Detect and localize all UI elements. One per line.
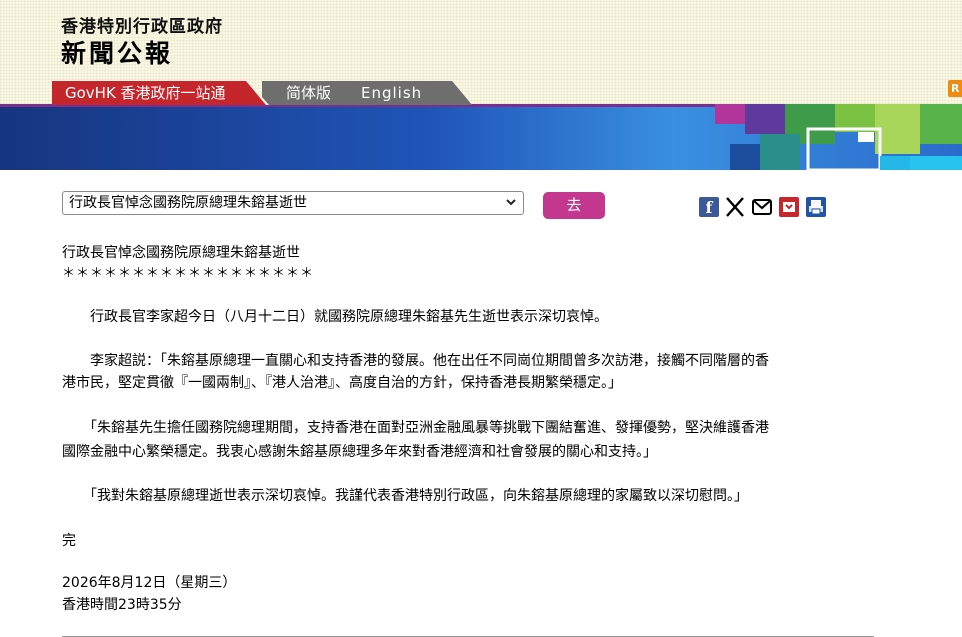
page-title[interactable]: 新聞公報	[61, 34, 173, 70]
release-date: 2026年8月12日（星期三）	[62, 575, 237, 591]
article-end-mark: 完	[62, 533, 76, 549]
print-icon[interactable]	[806, 197, 826, 217]
go-button[interactable]: 去	[543, 192, 605, 219]
paragraph-3-line-2: 國際金融中心繁榮穩定。我衷心感謝朱鎔基原總理多年來對香港經濟和社會發展的關心和支…	[62, 444, 657, 460]
paragraph-2-line-1: 李家超説：「朱鎔基原總理一直關心和支持香港的發展。他在出任不同崗位期間曾多次訪港…	[62, 353, 769, 369]
tab-govhk[interactable]: GovHK 香港政府一站通	[52, 81, 266, 105]
paragraph-1: 行政長官李家超今日（八月十二日）就國務院原總理朱鎔基先生逝世表示深切哀悼。	[62, 309, 608, 325]
facebook-icon[interactable]: f	[699, 197, 719, 217]
article-select-value: 行政長官悼念國務院原總理朱鎔基逝世	[69, 195, 307, 211]
paragraph-3-line-1: 「朱鎔基先生擔任國務院總理期間，支持香港在面對亞洲金融風暴等挑戰下團結奮進、發揮…	[62, 420, 769, 436]
chevron-down-icon	[505, 192, 517, 221]
x-icon[interactable]	[725, 197, 745, 217]
email-icon[interactable]	[752, 197, 772, 217]
article-title: 行政長官悼念國務院原總理朱鎔基逝世	[62, 245, 300, 261]
title-separator: ＊＊＊＊＊＊＊＊＊＊＊＊＊＊＊＊＊＊	[62, 266, 315, 281]
article-select[interactable]: 行政長官悼念國務院原總理朱鎔基逝世	[62, 191, 524, 215]
release-time: 香港時間23時35分	[62, 597, 182, 613]
paragraph-2-line-2: 港市民，堅定貫徹『一國兩制』、『港人治港』、高度自治的方針，保持香港長期繁榮穩定…	[62, 375, 622, 391]
tab-english[interactable]: English	[350, 81, 472, 105]
header-banner	[0, 104, 962, 170]
rss-icon[interactable]: R	[948, 80, 962, 97]
paragraph-4: 「我對朱鎔基原總理逝世表示深切哀悼。我謹代表香港特別行政區，向朱鎔基原總理的家屬…	[62, 488, 748, 504]
banner-graphic	[0, 104, 962, 170]
tab-english-label: English	[361, 84, 423, 102]
weibo-icon[interactable]	[779, 197, 799, 217]
